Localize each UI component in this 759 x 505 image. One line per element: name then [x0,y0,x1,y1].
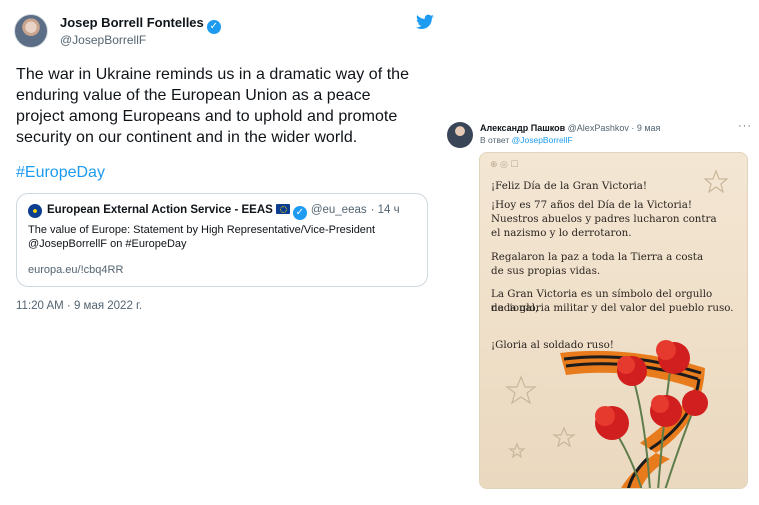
postcard-line: de sus propias vidas. [491,265,601,277]
postcard-line: ¡Hoy es 77 años del Día de la Victoria! [491,199,692,211]
postcard-line: ¡Feliz Día de la Gran Victoria! [491,180,648,192]
avatar[interactable] [14,14,48,48]
postcard-line: ¡Gloria al soldado ruso! [491,339,614,351]
author-name-text[interactable]: Josep Borrell Fontelles [60,15,204,30]
quoted-tweet-card[interactable]: European External Action Service - EEAS ✓… [16,193,428,287]
quoted-avatar[interactable] [28,204,42,218]
author-name[interactable]: Josep Borrell Fontelles ✓ [60,15,221,34]
quoted-age: · 14 ч [370,204,400,216]
avatar[interactable] [447,122,473,148]
reply-author-name[interactable]: Александр Пашков [480,123,565,133]
postcard-image[interactable]: ⊕ ◎ ☐ ¡Feliz Día de la Gran Victoria! ¡H… [479,152,748,489]
reply-age: · 9 мая [631,123,661,133]
tweet-text-line: security on our continent and in the wid… [16,129,358,146]
tweet-timestamp[interactable]: 11:20 AM · 9 мая 2022 г. [16,300,142,312]
reply-tweet: Александр Пашков @AlexPashkov · 9 мая В … [442,116,759,496]
quoted-link[interactable]: europa.eu/!cbq4RR [28,264,123,276]
tweet-text: The war in Ukraine reminds us in a drama… [16,64,434,148]
tweet-text-line: project among Europeans and to uphold an… [16,108,398,125]
reply-header: Александр Пашков @AlexPashkov · 9 мая [480,123,660,133]
postcard-line: Regalaron la paz a toda la Tierra a cost… [491,251,704,263]
reply-context: В ответ @JosepBorrellF [480,135,573,145]
hashtag-link[interactable]: #EuropeDay [16,164,105,182]
tweet-text-line: enduring value of the European Union as … [16,87,371,104]
twitter-bird-icon[interactable] [416,14,434,30]
quoted-author[interactable]: European External Action Service - EEAS ✓… [47,204,400,220]
quoted-text-line: The value of Europe: Statement by High R… [28,224,376,236]
quoted-author-name[interactable]: European External Action Service - EEAS [47,204,273,216]
main-tweet: Josep Borrell Fontelles ✓ @JosepBorrellF … [0,0,442,322]
verified-badge-icon: ✓ [206,20,221,34]
tweet-text-line: The war in Ukraine reminds us in a drama… [16,66,410,83]
postcard-line: de la gloria militar y del valor del pue… [491,302,734,314]
image-toolbar: ⊕ ◎ ☐ [490,159,519,169]
postcard-line: Nuestros abuelos y padres lucharon contr… [491,213,717,225]
more-options-icon[interactable]: ··· [738,120,752,132]
quoted-text-line: @JosepBorrellF on #EuropeDay [28,238,187,250]
verified-badge-icon: ✓ [292,206,307,220]
reply-prefix: В ответ [480,135,510,145]
reply-to-link[interactable]: @JosepBorrellF [512,135,573,145]
author-handle[interactable]: @JosepBorrellF [60,33,146,47]
reply-author-handle[interactable]: @AlexPashkov [568,123,629,133]
eu-flag-icon [275,204,290,214]
postcard-line: el nazismo y lo derrotaron. [491,227,632,239]
quoted-handle[interactable]: @eu_eeas [311,204,367,216]
